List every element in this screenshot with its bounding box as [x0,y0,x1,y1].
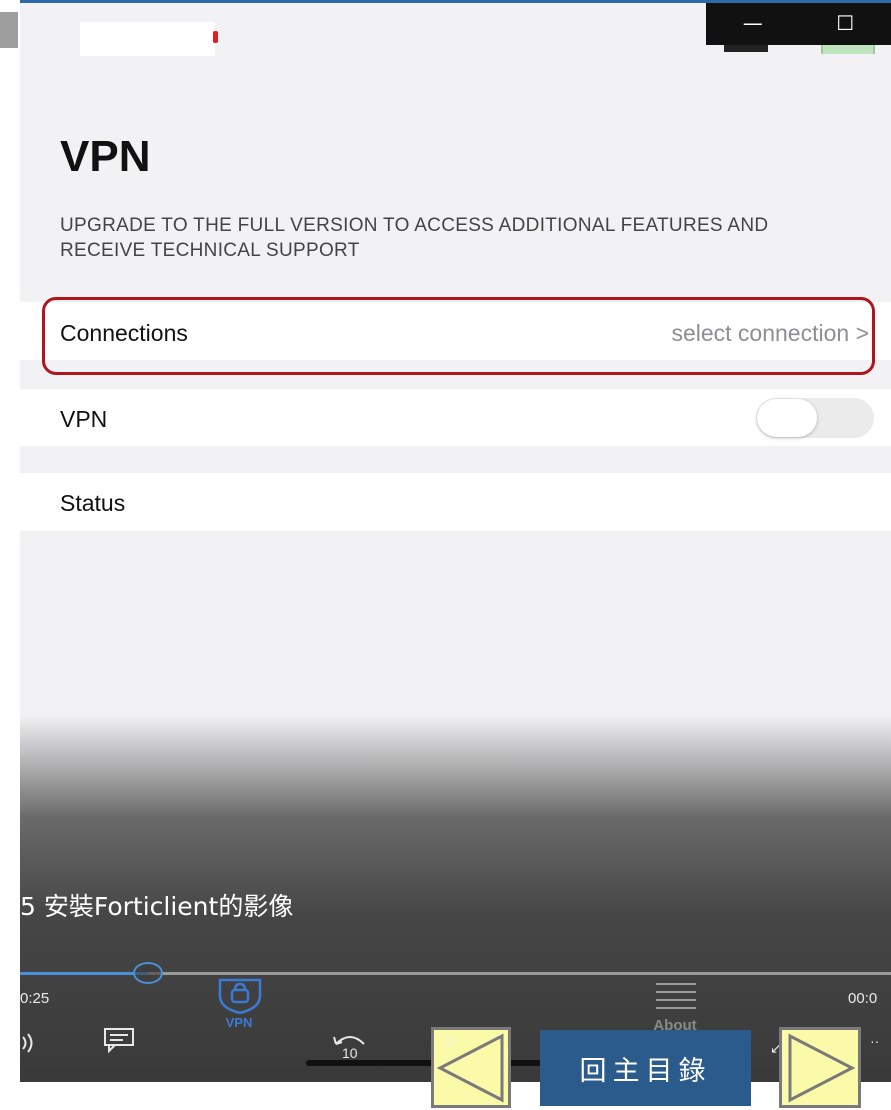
progress-scrubber[interactable] [133,962,163,984]
triangle-right-icon [788,1033,856,1103]
play-icon[interactable]: ▷ [445,1030,457,1050]
maximize-icon[interactable]: ☐ [836,11,854,35]
minimize-icon[interactable]: — [743,11,763,35]
more-icon[interactable]: ·· [870,1033,879,1049]
progress-fill [20,972,148,975]
status-indicator-dot [213,31,218,43]
shield-lock-icon [218,978,262,1014]
redacted-area [80,22,215,56]
left-margin [0,0,20,1082]
home-menu-button[interactable]: 回主目錄 [540,1030,751,1106]
tab-vpn[interactable]: VPN [210,978,270,1036]
page-title: VPN [60,132,151,181]
previous-slide-button[interactable] [431,1027,511,1108]
list-icon [656,983,696,1009]
signal-icon [724,44,768,52]
captions-icon[interactable] [103,1027,135,1053]
annotation-highlight-box [42,297,875,375]
video-title: 5 安裝Forticlient的影像 [20,892,294,921]
elapsed-time: 0:25 [20,990,50,1007]
rewind-10-label: 10 [342,1045,358,1061]
toggle-knob [757,399,817,437]
next-slide-button[interactable] [779,1027,861,1108]
status-row[interactable]: Status [20,473,891,531]
vpn-label: VPN [60,406,108,432]
status-label: Status [60,490,126,516]
home-menu-label: 回主目錄 [579,1055,712,1087]
remaining-time: 00:0 [848,990,878,1007]
vpn-toggle-row: VPN [20,389,891,446]
vpn-app-screen: — ☐ VPN UPGRADE TO THE FULL VERSION TO A… [20,0,891,1082]
upgrade-notice[interactable]: UPGRADE TO THE FULL VERSION TO ACCESS AD… [60,213,800,263]
rewind-arc-icon: 10 [333,1036,365,1061]
vpn-toggle[interactable] [756,398,874,438]
left-gray-block [0,12,18,48]
window-controls: — ☐ [706,0,891,45]
volume-icon[interactable] [20,1032,42,1054]
tab-vpn-label: VPN [225,1015,253,1030]
window-top-border [20,0,891,3]
